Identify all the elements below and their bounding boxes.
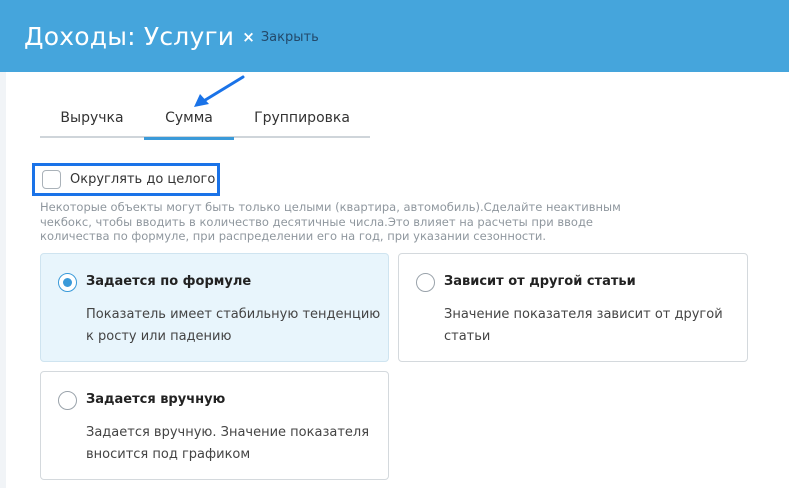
mode-description: Задается вручную. Значение показателя вн… [86,425,370,462]
annotation-arrow-icon [194,75,245,107]
mode-title: Задается вручную [86,392,226,407]
mode-radio-formula[interactable] [58,273,77,292]
tab-bar: Выручка Сумма Группировка [40,108,370,140]
mode-title: Зависит от другой статьи [444,274,636,289]
mode-description: Значение показателя зависит от другой ст… [444,307,723,344]
page-title: Доходы: Услуги [24,21,235,51]
tab-grouping[interactable]: Группировка [234,110,370,138]
close-button[interactable]: × Закрыть [242,27,319,46]
tab-revenue[interactable]: Выручка [40,110,144,138]
round-checkbox[interactable] [42,170,61,189]
mode-radio-dependent[interactable] [416,273,435,292]
close-label: Закрыть [260,29,319,45]
left-edge [0,72,6,488]
page-header: Доходы: Услуги × Закрыть [0,0,789,72]
mode-card-manual[interactable]: Задается вручную Задается вручную. Значе… [40,371,389,480]
close-icon: × [242,27,255,46]
mode-description: Показатель имеет стабильную тенденцию к … [86,307,381,344]
mode-card-formula[interactable]: Задается по формуле Показатель имеет ста… [40,253,389,362]
round-checkbox-label[interactable]: Округлять до целого [70,172,215,187]
mode-radio-manual[interactable] [58,391,77,410]
mode-title: Задается по формуле [86,274,252,289]
tab-sum[interactable]: Сумма [144,110,234,140]
mode-card-dependent[interactable]: Зависит от другой статьи Значение показа… [398,253,748,362]
round-option-highlight: Округлять до целого [32,163,220,196]
round-hint: Некоторые объекты могут быть только целы… [40,200,621,243]
